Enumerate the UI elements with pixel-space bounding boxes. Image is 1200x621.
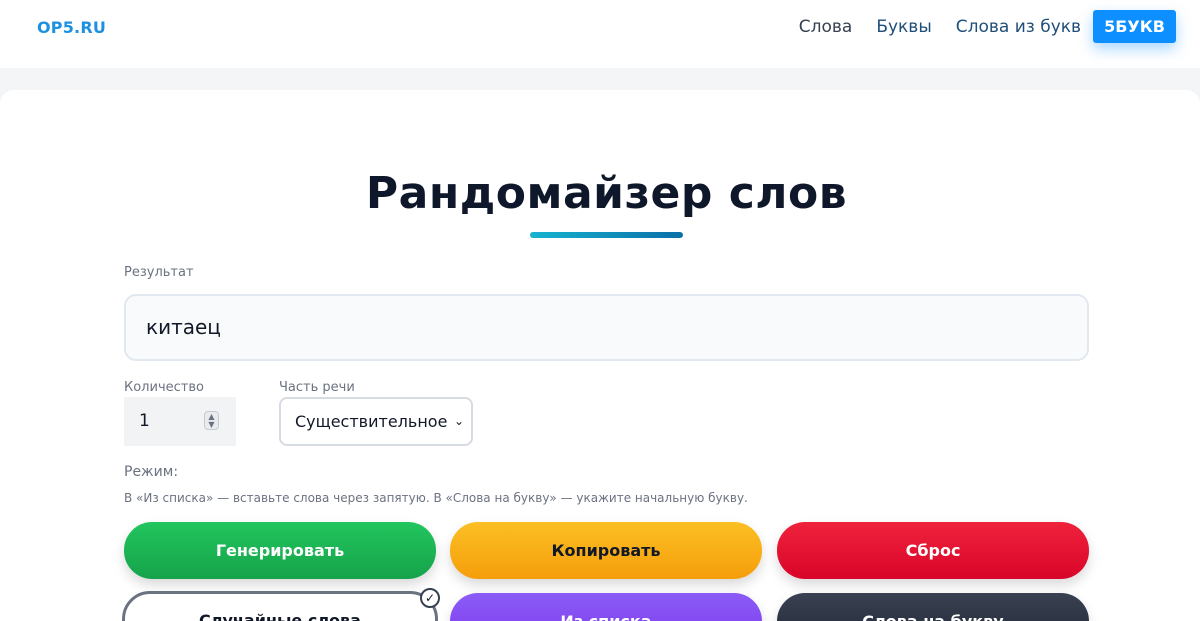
site-header: OP5.RU Слова Буквы Слова из букв 5БУКВ bbox=[0, 0, 1200, 68]
nav-link-words-from-letters[interactable]: Слова из букв bbox=[956, 17, 1081, 37]
nav-link-words[interactable]: Слова bbox=[799, 17, 853, 37]
generate-button[interactable]: Генерировать bbox=[124, 522, 436, 579]
part-of-speech-value: Существительное bbox=[295, 412, 448, 431]
title-underline bbox=[530, 232, 683, 238]
main-nav: Слова Буквы Слова из букв 5БУКВ bbox=[775, 10, 1176, 43]
copy-button[interactable]: Копировать bbox=[450, 522, 762, 579]
pos-label: Часть речи bbox=[279, 380, 355, 395]
mode-hint: В «Из списка» — вставьте слова через зап… bbox=[124, 491, 748, 505]
mode-list-button[interactable]: Из списка bbox=[450, 593, 762, 621]
check-icon: ✓ bbox=[420, 588, 440, 608]
quantity-label: Количество bbox=[124, 380, 204, 395]
site-logo[interactable]: OP5.RU bbox=[37, 18, 106, 37]
mode-label: Режим: bbox=[124, 464, 179, 480]
mode-random-button[interactable]: Случайные слова ✓ bbox=[122, 588, 440, 621]
quantity-value: 1 bbox=[139, 411, 150, 431]
nav-link-letters[interactable]: Буквы bbox=[876, 17, 931, 37]
quantity-stepper[interactable]: ▲ ▼ bbox=[204, 411, 219, 430]
page-title: Рандомайзер слов bbox=[365, 168, 848, 219]
main-card: Рандомайзер слов Результат китаец Количе… bbox=[0, 90, 1200, 621]
result-field[interactable]: китаец bbox=[124, 294, 1089, 361]
result-label: Результат bbox=[124, 265, 194, 280]
nav-brand-button[interactable]: 5БУКВ bbox=[1093, 10, 1176, 43]
reset-button[interactable]: Сброс bbox=[777, 522, 1089, 579]
mode-letter-button[interactable]: Слова на букву bbox=[777, 593, 1089, 621]
chevron-down-icon: ⌄ bbox=[453, 414, 464, 428]
part-of-speech-select[interactable]: Существительное ⌄ bbox=[279, 397, 473, 446]
quantity-input[interactable]: 1 ▲ ▼ bbox=[124, 397, 236, 446]
mode-random-label: Случайные слова bbox=[199, 611, 361, 621]
